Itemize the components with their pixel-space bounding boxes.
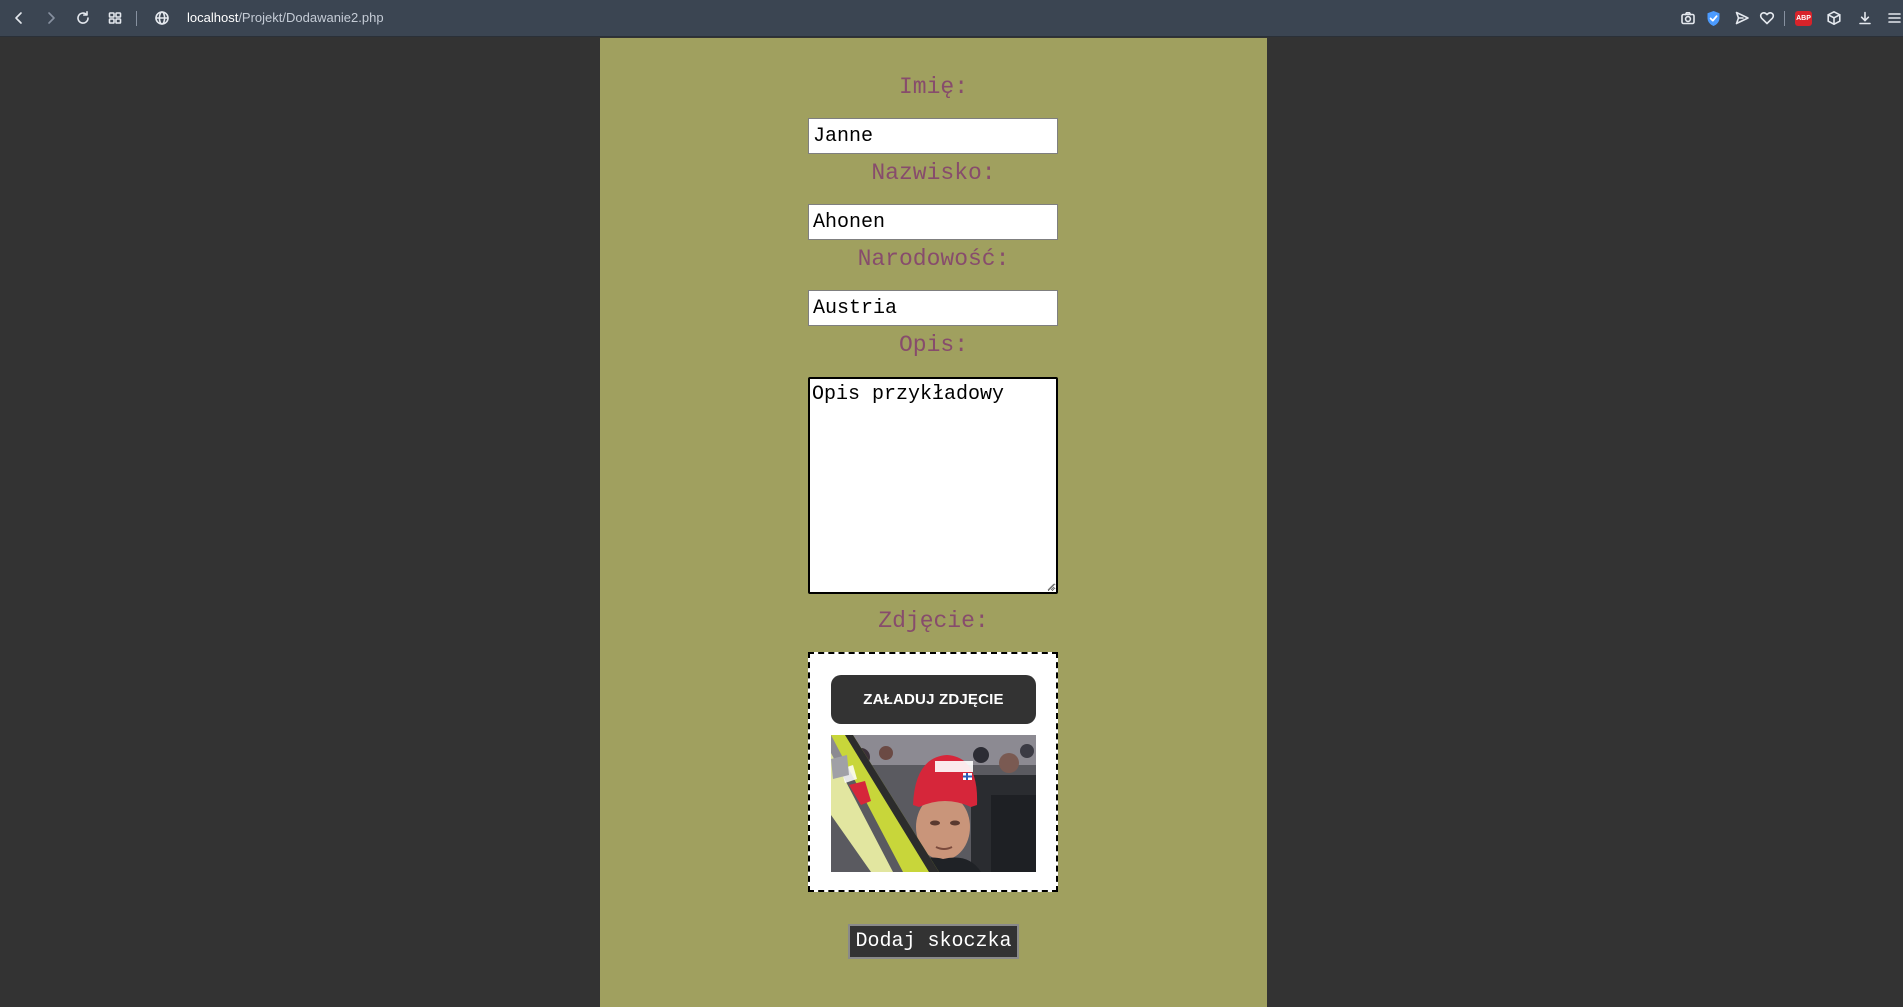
send-icon[interactable] bbox=[1730, 6, 1754, 30]
toolbar-separator bbox=[136, 11, 137, 26]
reload-icon[interactable] bbox=[71, 6, 95, 30]
adblock-icon[interactable]: ABP bbox=[1795, 11, 1812, 26]
form-card: Imię: Nazwisko: Narodowość: Opis: Opis p… bbox=[600, 38, 1267, 1007]
forward-icon[interactable] bbox=[39, 6, 63, 30]
last-name-label: Nazwisko: bbox=[871, 160, 996, 186]
first-name-input[interactable] bbox=[808, 118, 1058, 154]
box-icon[interactable] bbox=[1822, 6, 1846, 30]
shield-icon[interactable] bbox=[1706, 10, 1721, 27]
nationality-input[interactable] bbox=[808, 290, 1058, 326]
last-name-input[interactable] bbox=[808, 204, 1058, 240]
browser-toolbar: localhost/Projekt/Dodawanie2.php ABP bbox=[0, 0, 1903, 37]
url-host: localhost bbox=[187, 10, 239, 25]
nationality-label: Narodowość: bbox=[857, 246, 1010, 272]
description-textarea[interactable]: Opis przykładowy bbox=[808, 377, 1058, 594]
athlete-photo bbox=[831, 735, 1036, 872]
resize-grip-icon[interactable] bbox=[1046, 582, 1055, 591]
upload-photo-button[interactable]: ZAŁADUJ ZDJĘCIE bbox=[831, 675, 1036, 724]
globe-icon[interactable] bbox=[150, 6, 174, 30]
menu-icon[interactable] bbox=[1882, 6, 1903, 30]
camera-icon[interactable] bbox=[1676, 6, 1700, 30]
first-name-label: Imię: bbox=[898, 74, 968, 100]
download-icon[interactable] bbox=[1853, 6, 1877, 30]
page: localhost/Projekt/Dodawanie2.php ABP Imi… bbox=[0, 0, 1903, 1007]
photo-upload-area[interactable]: ZAŁADUJ ZDJĘCIE bbox=[808, 652, 1058, 892]
heart-icon[interactable] bbox=[1755, 6, 1779, 30]
toolbar-separator bbox=[1784, 11, 1785, 26]
back-icon[interactable] bbox=[7, 6, 31, 30]
add-jumper-button[interactable]: Dodaj skoczka bbox=[848, 924, 1019, 959]
tabs-grid-icon[interactable] bbox=[103, 6, 127, 30]
athlete-photo-image bbox=[831, 735, 1036, 872]
adblock-label: ABP bbox=[1796, 15, 1811, 22]
photo-label: Zdjęcie: bbox=[878, 608, 989, 634]
address-bar[interactable]: localhost/Projekt/Dodawanie2.php bbox=[187, 9, 384, 27]
url-path: /Projekt/Dodawanie2.php bbox=[238, 10, 384, 25]
description-label: Opis: bbox=[898, 332, 968, 358]
